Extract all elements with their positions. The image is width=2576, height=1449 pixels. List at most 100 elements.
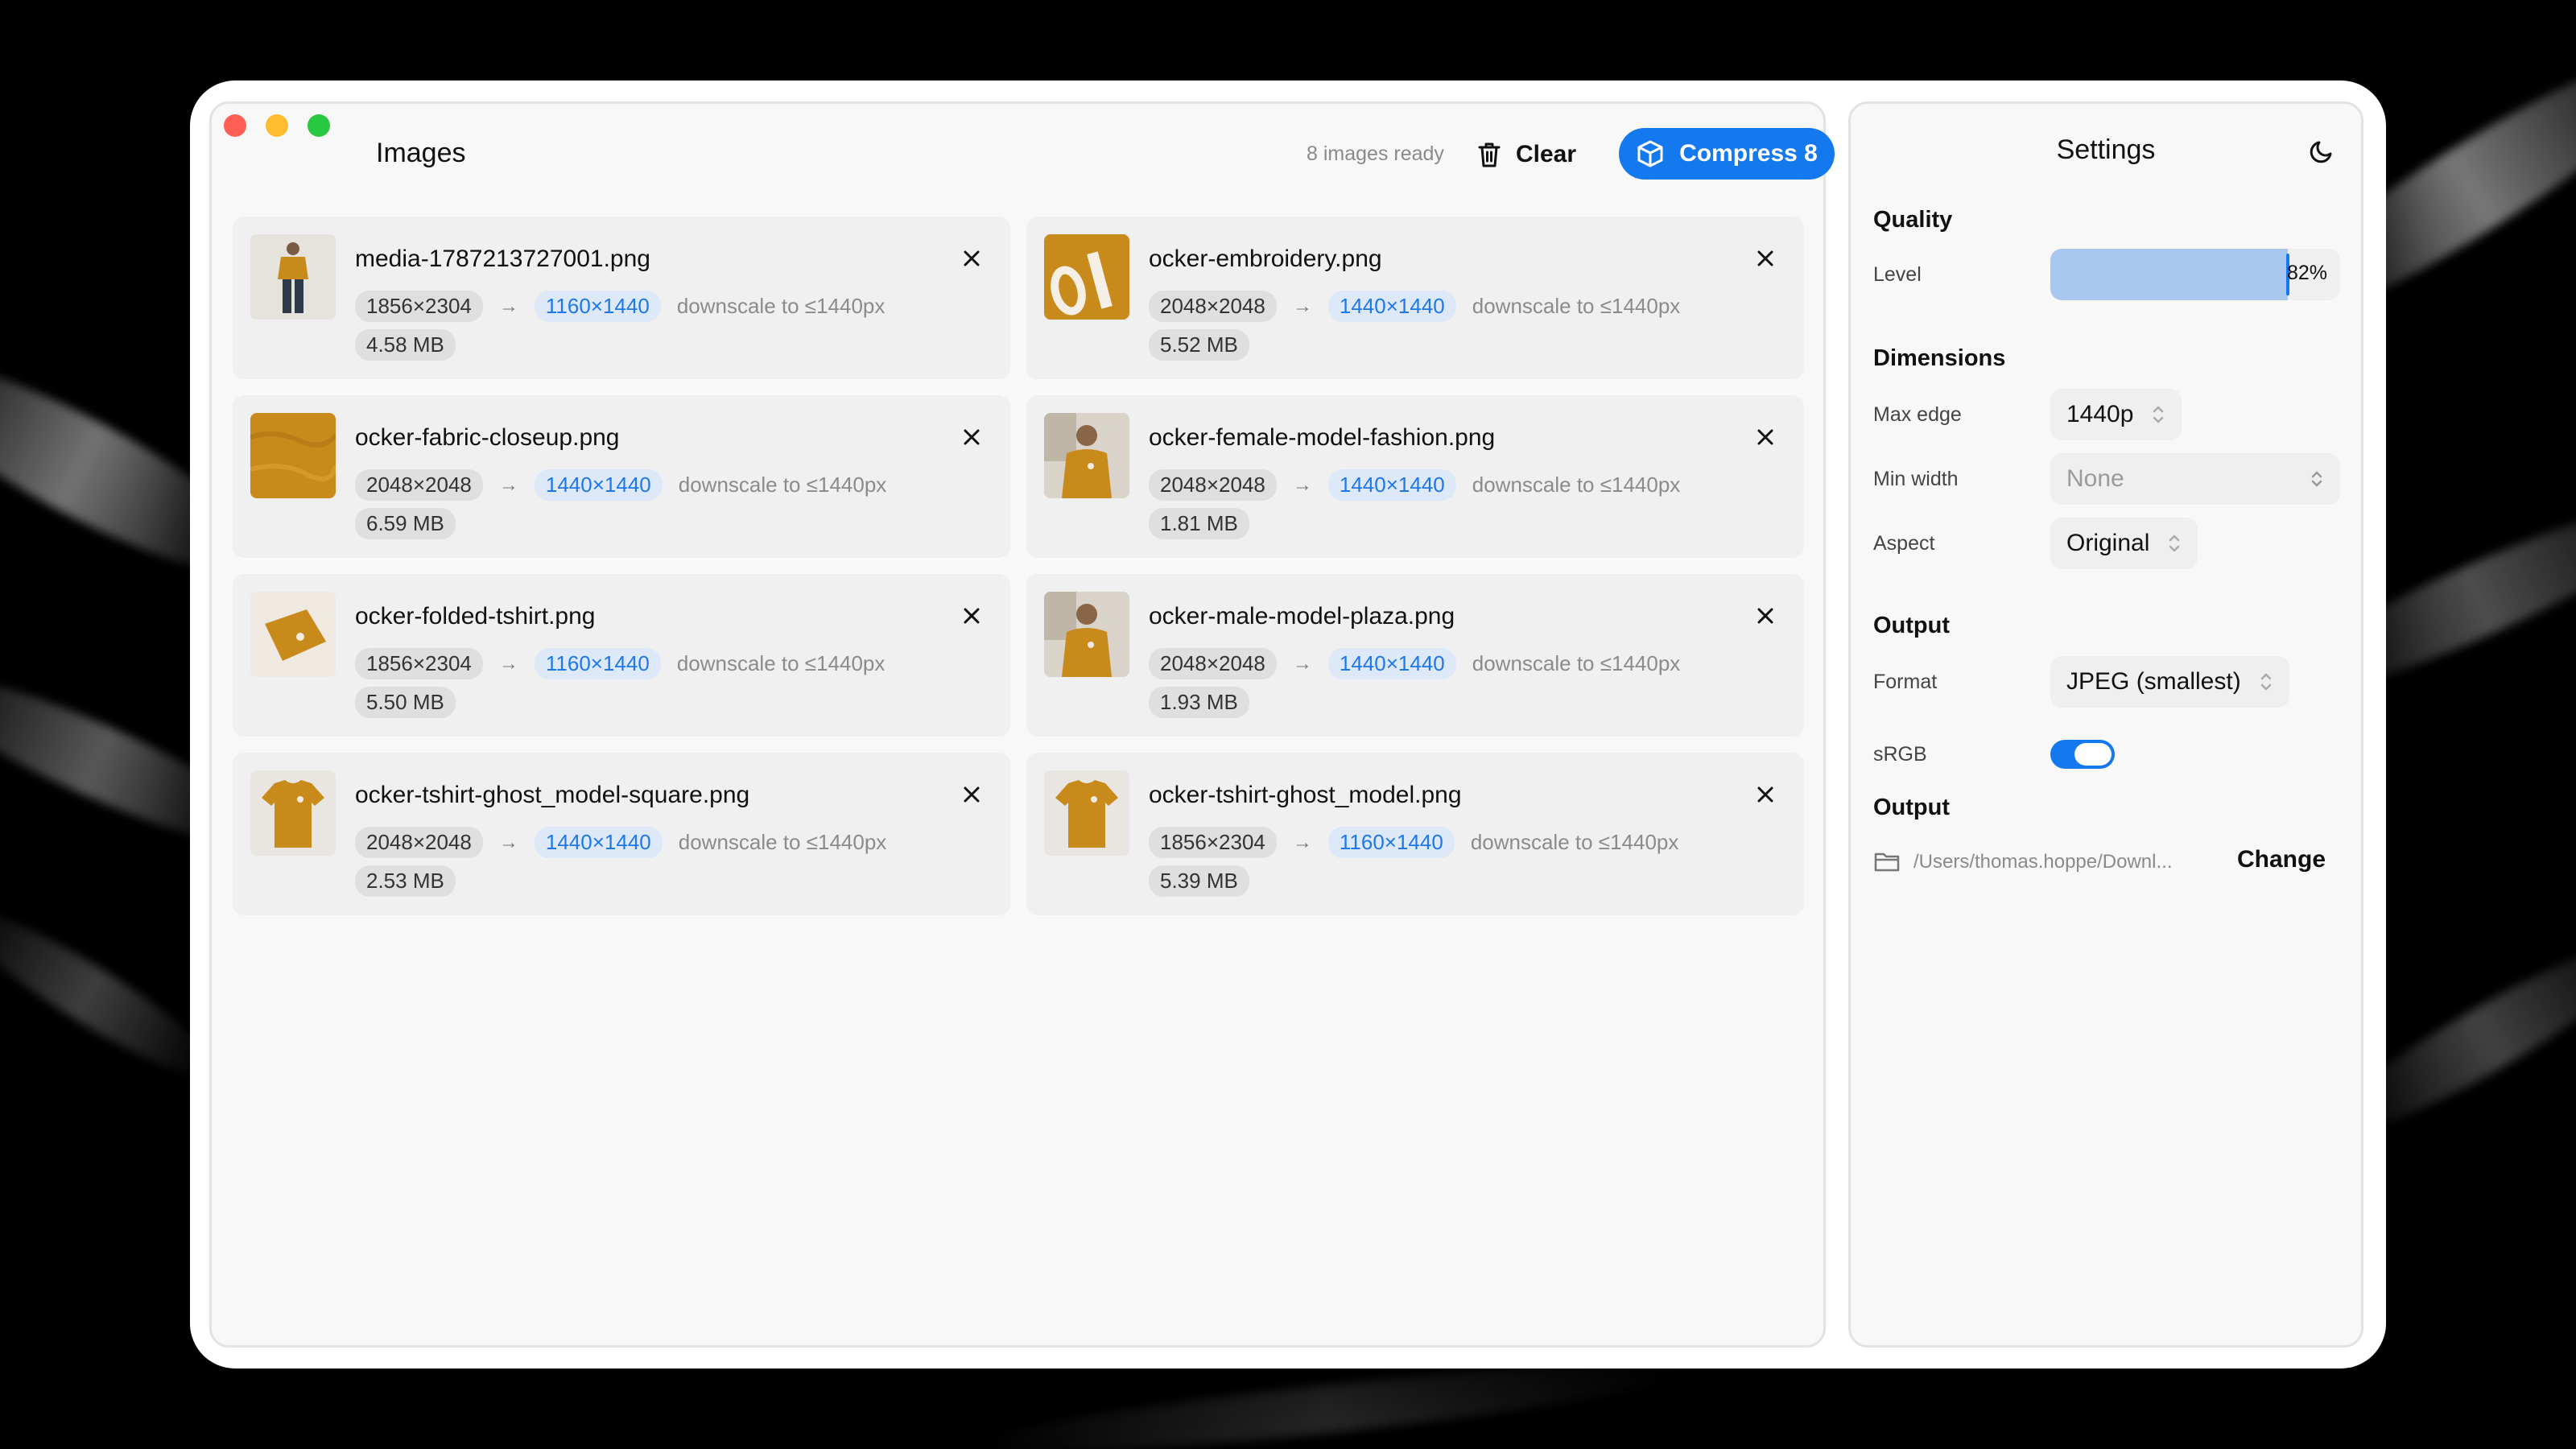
image-card[interactable]: ocker-tshirt-ghost_model-square.png 2048… — [233, 753, 1010, 915]
target-size-pill: 1440×1440 — [534, 827, 663, 858]
downscale-note: downscale to ≤1440px — [676, 651, 886, 675]
toggle-knob — [2074, 743, 2112, 766]
close-window-button[interactable] — [224, 114, 246, 137]
aspect-select[interactable]: Original — [2050, 518, 2198, 569]
target-size-pill: 1160×1440 — [534, 291, 661, 322]
remove-image-icon[interactable] — [960, 783, 983, 806]
image-thumbnail — [250, 234, 336, 320]
image-filename: ocker-fabric-closeup.png — [355, 424, 620, 451]
downscale-note: downscale to ≤1440px — [1470, 830, 1679, 854]
original-size-pill: 1856×2304 — [355, 648, 483, 679]
target-size-pill: 1440×1440 — [1327, 648, 1456, 679]
app-window: Images 8 images ready Clear Compress 8 m… — [190, 80, 2386, 1368]
window-controls — [224, 114, 330, 137]
original-size-pill: 2048×2048 — [1149, 291, 1277, 322]
image-filename: ocker-female-model-fashion.png — [1149, 424, 1496, 451]
quality-slider[interactable]: 82% — [2050, 249, 2340, 300]
change-output-button[interactable]: Change — [2237, 846, 2326, 873]
image-card[interactable]: ocker-tshirt-ghost_model.png 1856×2304 →… — [1026, 753, 1804, 915]
arrow-right-icon: → — [498, 473, 518, 496]
page-title: Images — [376, 138, 466, 168]
clear-label: Clear — [1516, 141, 1577, 167]
arrow-right-icon: → — [1292, 295, 1312, 317]
image-thumbnail — [250, 413, 336, 498]
downscale-note: downscale to ≤1440px — [678, 473, 887, 497]
image-filename: ocker-male-model-plaza.png — [1149, 603, 1455, 630]
output-dir-heading: Output — [1873, 795, 1951, 820]
compress-button[interactable]: Compress 8 — [1619, 128, 1835, 180]
quality-value: 82% — [2286, 262, 2327, 284]
image-grid: media-1787213727001.png 1856×2304 → 1160… — [233, 217, 1806, 915]
file-size-pill: 4.58 MB — [355, 329, 456, 361]
image-card[interactable]: ocker-male-model-plaza.png 2048×2048 → 1… — [1026, 574, 1804, 737]
chevron-up-down-icon — [2169, 535, 2180, 552]
image-thumbnail — [1044, 413, 1129, 498]
max-edge-select[interactable]: 1440p — [2050, 389, 2182, 440]
images-ready-status: 8 images ready — [1307, 142, 1444, 165]
quality-slider-fill — [2050, 249, 2289, 300]
image-dimensions: 1856×2304 → 1160×1440 downscale to ≤1440… — [1149, 827, 1678, 858]
file-size-pill: 6.59 MB — [355, 508, 456, 539]
image-filename: media-1787213727001.png — [355, 246, 650, 272]
srgb-toggle[interactable] — [2050, 740, 2115, 769]
file-size-pill: 1.93 MB — [1149, 687, 1249, 718]
image-card[interactable]: ocker-embroidery.png 2048×2048 → 1440×14… — [1026, 217, 1804, 379]
remove-image-icon[interactable] — [1754, 247, 1777, 270]
downscale-note: downscale to ≤1440px — [1472, 651, 1681, 675]
image-filename: ocker-tshirt-ghost_model-square.png — [355, 782, 750, 808]
arrow-right-icon: → — [498, 831, 518, 853]
target-size-pill: 1160×1440 — [1327, 827, 1455, 858]
remove-image-icon[interactable] — [1754, 783, 1777, 806]
output-path: /Users/thomas.hoppe/Downl... — [1913, 851, 2173, 873]
target-size-pill: 1440×1440 — [1327, 291, 1456, 322]
image-dimensions: 2048×2048 → 1440×1440 downscale to ≤1440… — [1149, 648, 1680, 679]
image-card[interactable]: ocker-fabric-closeup.png 2048×2048 → 144… — [233, 395, 1010, 558]
remove-image-icon[interactable] — [960, 426, 983, 448]
image-thumbnail — [1044, 592, 1129, 677]
arrow-right-icon: → — [498, 652, 518, 675]
image-thumbnail — [250, 770, 336, 856]
image-card[interactable]: ocker-folded-tshirt.png 1856×2304 → 1160… — [233, 574, 1010, 737]
image-filename: ocker-embroidery.png — [1149, 246, 1382, 272]
target-size-pill: 1160×1440 — [534, 648, 661, 679]
zoom-window-button[interactable] — [308, 114, 330, 137]
remove-image-icon[interactable] — [960, 247, 983, 270]
remove-image-icon[interactable] — [1754, 426, 1777, 448]
target-size-pill: 1440×1440 — [534, 469, 663, 501]
downscale-note: downscale to ≤1440px — [1472, 473, 1681, 497]
level-label: Level — [1873, 263, 1922, 286]
image-dimensions: 2048×2048 → 1440×1440 downscale to ≤1440… — [1149, 291, 1680, 322]
file-size-pill: 5.50 MB — [355, 687, 456, 718]
format-select[interactable]: JPEG (smallest) — [2050, 656, 2289, 708]
cube-icon — [1637, 140, 1663, 167]
image-filename: ocker-folded-tshirt.png — [355, 603, 596, 630]
image-dimensions: 2048×2048 → 1440×1440 downscale to ≤1440… — [1149, 469, 1680, 501]
image-thumbnail — [250, 592, 336, 677]
downscale-note: downscale to ≤1440px — [676, 294, 886, 318]
arrow-right-icon: → — [498, 295, 518, 317]
srgb-label: sRGB — [1873, 743, 1927, 766]
image-thumbnail — [1044, 770, 1129, 856]
image-card[interactable]: media-1787213727001.png 1856×2304 → 1160… — [233, 217, 1010, 379]
clear-button[interactable]: Clear — [1477, 133, 1576, 176]
moon-icon[interactable] — [2306, 136, 2337, 167]
format-value: JPEG (smallest) — [2066, 668, 2241, 695]
settings-panel: Settings Quality Level 82% Dimensions Ma… — [1848, 101, 2363, 1348]
max-edge-value: 1440p — [2066, 401, 2134, 427]
minimize-window-button[interactable] — [266, 114, 288, 137]
image-filename: ocker-tshirt-ghost_model.png — [1149, 782, 1462, 808]
folder-icon — [1874, 852, 1900, 872]
remove-image-icon[interactable] — [960, 605, 983, 627]
chevron-up-down-icon — [2153, 406, 2164, 423]
stepper-icon[interactable] — [2310, 468, 2324, 490]
quality-heading: Quality — [1873, 207, 1953, 233]
remove-image-icon[interactable] — [1754, 605, 1777, 627]
file-size-pill: 5.39 MB — [1149, 865, 1249, 897]
chevron-up-down-icon — [2260, 673, 2271, 691]
arrow-right-icon: → — [1292, 652, 1312, 675]
min-width-input[interactable]: None — [2050, 453, 2340, 505]
file-size-pill: 2.53 MB — [355, 865, 456, 897]
image-card[interactable]: ocker-female-model-fashion.png 2048×2048… — [1026, 395, 1804, 558]
original-size-pill: 2048×2048 — [1149, 469, 1277, 501]
output-heading: Output — [1873, 613, 1951, 638]
